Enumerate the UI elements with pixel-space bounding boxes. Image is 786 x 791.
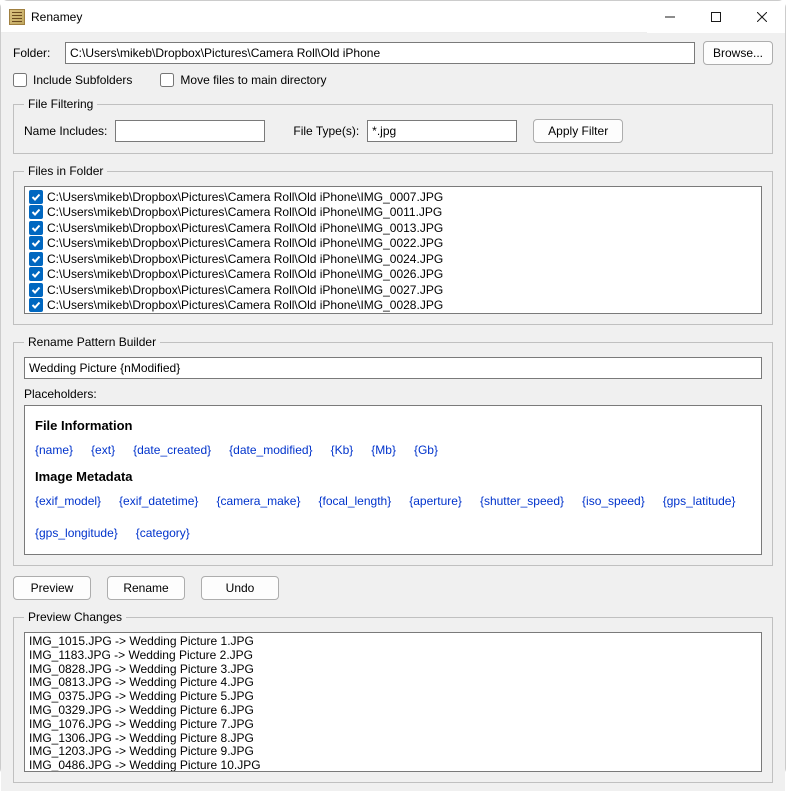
file-path: C:\Users\mikeb\Dropbox\Pictures\Camera R… <box>47 252 443 266</box>
minimize-button[interactable] <box>647 1 693 33</box>
placeholder-link[interactable]: {Kb} <box>331 443 354 457</box>
preview-changes-group: Preview Changes IMG_1015.JPG -> Wedding … <box>13 610 773 783</box>
name-includes-label: Name Includes: <box>24 124 107 138</box>
maximize-icon <box>711 12 721 22</box>
placeholder-link[interactable]: {ext} <box>91 443 115 457</box>
preview-row: IMG_1015.JPG -> Wedding Picture 1.JPG <box>29 635 757 649</box>
preview-row: IMG_1183.JPG -> Wedding Picture 2.JPG <box>29 649 757 663</box>
placeholder-link[interactable]: {iso_speed} <box>582 494 645 508</box>
file-path: C:\Users\mikeb\Dropbox\Pictures\Camera R… <box>47 205 442 219</box>
placeholder-link[interactable]: {gps_latitude} <box>663 494 736 508</box>
file-types-input[interactable] <box>367 120 517 142</box>
placeholders-label: Placeholders: <box>24 387 762 401</box>
file-path: C:\Users\mikeb\Dropbox\Pictures\Camera R… <box>47 267 443 281</box>
maximize-button[interactable] <box>693 1 739 33</box>
file-checkbox[interactable] <box>29 267 43 281</box>
apply-filter-button[interactable]: Apply Filter <box>533 119 623 143</box>
folder-input[interactable] <box>65 42 695 64</box>
undo-button[interactable]: Undo <box>201 576 279 600</box>
placeholder-link[interactable]: {category} <box>136 526 190 540</box>
placeholders-panel[interactable]: File Information {name} {ext} {date_create… <box>24 405 762 555</box>
files-in-folder-legend: Files in Folder <box>24 164 107 178</box>
file-path: C:\Users\mikeb\Dropbox\Pictures\Camera R… <box>47 221 443 235</box>
file-checkbox[interactable] <box>29 221 43 235</box>
preview-row: IMG_0329.JPG -> Wedding Picture 6.JPG <box>29 704 757 718</box>
browse-button[interactable]: Browse... <box>703 41 773 65</box>
file-row[interactable]: C:\Users\mikeb\Dropbox\Pictures\Camera R… <box>29 298 757 314</box>
move-files-checkbox[interactable]: Move files to main directory <box>160 73 326 87</box>
file-row[interactable]: C:\Users\mikeb\Dropbox\Pictures\Camera R… <box>29 267 757 283</box>
close-button[interactable] <box>739 1 785 33</box>
file-checkbox[interactable] <box>29 298 43 312</box>
file-row[interactable]: C:\Users\mikeb\Dropbox\Pictures\Camera R… <box>29 205 757 221</box>
include-subfolders-input[interactable] <box>13 73 27 87</box>
move-files-label: Move files to main directory <box>180 73 326 87</box>
placeholder-link[interactable]: {exif_model} <box>35 494 101 508</box>
preview-row: IMG_0375.JPG -> Wedding Picture 5.JPG <box>29 690 757 704</box>
titlebar: Renamey <box>1 1 785 33</box>
preview-row: IMG_0828.JPG -> Wedding Picture 3.JPG <box>29 663 757 677</box>
placeholder-link[interactable]: {Mb} <box>371 443 396 457</box>
include-subfolders-label: Include Subfolders <box>33 73 132 87</box>
move-files-input[interactable] <box>160 73 174 87</box>
file-filtering-group: File Filtering Name Includes: File Type(… <box>13 97 773 154</box>
file-checkbox[interactable] <box>29 236 43 250</box>
file-path: C:\Users\mikeb\Dropbox\Pictures\Camera R… <box>47 283 443 297</box>
preview-row: IMG_1076.JPG -> Wedding Picture 7.JPG <box>29 718 757 732</box>
placeholder-link[interactable]: {focal_length} <box>318 494 391 508</box>
placeholder-link[interactable]: {date_created} <box>133 443 211 457</box>
file-path: C:\Users\mikeb\Dropbox\Pictures\Camera R… <box>47 298 443 312</box>
include-subfolders-checkbox[interactable]: Include Subfolders <box>13 73 132 87</box>
file-filtering-legend: File Filtering <box>24 97 97 111</box>
pattern-input[interactable] <box>24 357 762 379</box>
file-path: C:\Users\mikeb\Dropbox\Pictures\Camera R… <box>47 236 443 250</box>
files-list[interactable]: C:\Users\mikeb\Dropbox\Pictures\Camera R… <box>24 186 762 314</box>
minimize-icon <box>665 12 675 22</box>
file-checkbox[interactable] <box>29 252 43 266</box>
folder-label: Folder: <box>13 46 57 60</box>
image-meta-heading: Image Metadata <box>35 469 751 484</box>
file-row[interactable]: C:\Users\mikeb\Dropbox\Pictures\Camera R… <box>29 282 757 298</box>
action-buttons: Preview Rename Undo <box>13 576 773 600</box>
file-checkbox[interactable] <box>29 190 43 204</box>
placeholder-link[interactable]: {shutter_speed} <box>480 494 564 508</box>
file-row[interactable]: C:\Users\mikeb\Dropbox\Pictures\Camera R… <box>29 236 757 252</box>
placeholder-link[interactable]: {date_modified} <box>229 443 312 457</box>
app-icon <box>9 9 25 25</box>
placeholder-link[interactable]: {name} <box>35 443 73 457</box>
preview-row: IMG_0813.JPG -> Wedding Picture 4.JPG <box>29 676 757 690</box>
files-in-folder-group: Files in Folder C:\Users\mikeb\Dropbox\P… <box>13 164 773 325</box>
window-title: Renamey <box>31 10 82 24</box>
file-types-label: File Type(s): <box>293 124 359 138</box>
file-info-heading: File Information <box>35 418 751 433</box>
file-path: C:\Users\mikeb\Dropbox\Pictures\Camera R… <box>47 190 443 204</box>
file-checkbox[interactable] <box>29 205 43 219</box>
file-checkbox[interactable] <box>29 283 43 297</box>
name-includes-input[interactable] <box>115 120 265 142</box>
rename-pattern-legend: Rename Pattern Builder <box>24 335 160 349</box>
file-info-placeholders: {name} {ext} {date_created} {date_modified}… <box>35 443 751 457</box>
image-meta-placeholders: {exif_model} {exif_datetime} {camera_make}… <box>35 494 751 540</box>
placeholder-link[interactable]: {gps_longitude} <box>35 526 118 540</box>
close-icon <box>757 12 767 22</box>
window-controls <box>647 1 785 33</box>
file-row[interactable]: C:\Users\mikeb\Dropbox\Pictures\Camera R… <box>29 189 757 205</box>
preview-row: IMG_1306.JPG -> Wedding Picture 8.JPG <box>29 732 757 746</box>
preview-row: IMG_1203.JPG -> Wedding Picture 9.JPG <box>29 745 757 759</box>
placeholder-link[interactable]: {aperture} <box>409 494 462 508</box>
folder-row: Folder: Browse... <box>13 41 773 65</box>
rename-pattern-group: Rename Pattern Builder Placeholders: Fil… <box>13 335 773 566</box>
options-row: Include Subfolders Move files to main di… <box>13 73 773 87</box>
preview-row: IMG_0486.JPG -> Wedding Picture 10.JPG <box>29 759 757 772</box>
placeholder-link[interactable]: {camera_make} <box>216 494 300 508</box>
preview-button[interactable]: Preview <box>13 576 91 600</box>
rename-button[interactable]: Rename <box>107 576 185 600</box>
file-row[interactable]: C:\Users\mikeb\Dropbox\Pictures\Camera R… <box>29 220 757 236</box>
preview-changes-legend: Preview Changes <box>24 610 126 624</box>
content-area: Folder: Browse... Include Subfolders Mov… <box>1 33 785 791</box>
placeholder-link[interactable]: {exif_datetime} <box>119 494 198 508</box>
placeholder-link[interactable]: {Gb} <box>414 443 438 457</box>
preview-list[interactable]: IMG_1015.JPG -> Wedding Picture 1.JPGIMG… <box>24 632 762 772</box>
file-row[interactable]: C:\Users\mikeb\Dropbox\Pictures\Camera R… <box>29 251 757 267</box>
